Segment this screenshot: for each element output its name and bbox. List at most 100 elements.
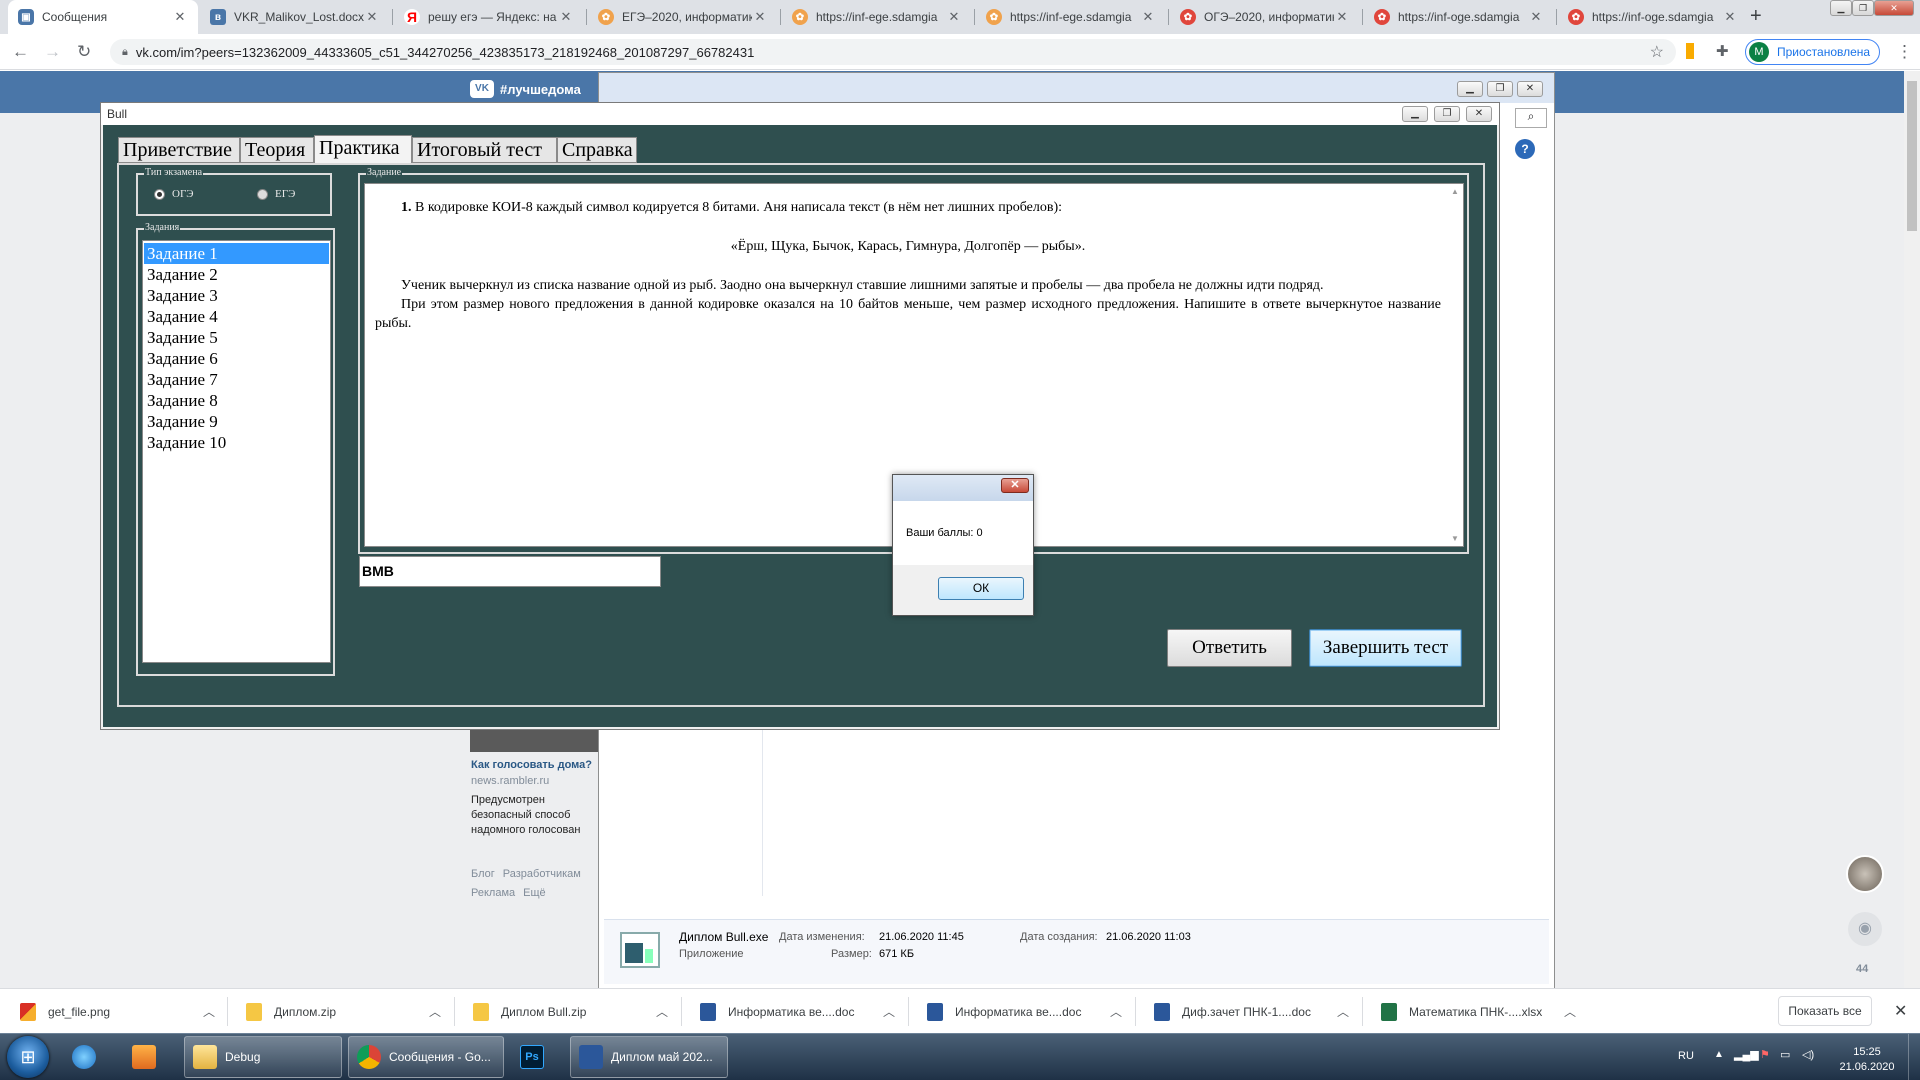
camera-icon[interactable]: ◉ — [1848, 912, 1882, 946]
close-icon[interactable]: ✕ — [946, 9, 962, 25]
address-bar[interactable]: 🔒︎ vk.com/im?peers=132362009_44333605_c5… — [110, 39, 1676, 65]
list-item-task-7[interactable]: Задание 7 — [144, 369, 329, 390]
taskbar-photoshop[interactable]: Ps — [512, 1036, 562, 1078]
close-icon[interactable]: ✕ — [172, 9, 188, 25]
search-icon[interactable]: ⌕ — [1515, 108, 1547, 128]
download-item-5[interactable]: Информатика ве....doc ︿ — [927, 989, 1122, 1034]
explorer-close-button[interactable]: ✕ — [1517, 81, 1543, 97]
browser-tab-vkr[interactable]: в VKR_Malikov_Lost.docx ✕ — [200, 0, 390, 34]
show-desktop-button[interactable] — [1908, 1034, 1920, 1080]
chat-avatar[interactable] — [1846, 855, 1884, 893]
browser-maximize-button[interactable]: ❐ — [1852, 0, 1874, 16]
browser-tab-ege-3[interactable]: ✿ https://inf-ege.sdamgia ✕ — [976, 0, 1166, 34]
browser-close-button[interactable]: ✕ — [1874, 0, 1914, 16]
dialog-close-button[interactable]: ✕ — [1001, 478, 1029, 493]
forward-icon[interactable]: → — [44, 42, 61, 62]
tab-welcome[interactable]: Приветствие — [118, 137, 240, 163]
chevron-up-icon[interactable]: ︿ — [656, 1003, 668, 1020]
browser-tab-ege-2[interactable]: ✿ https://inf-ege.sdamgia ✕ — [782, 0, 972, 34]
volume-icon[interactable]: ◁) — [1802, 1048, 1814, 1061]
bull-maximize-button[interactable]: ❐ — [1434, 106, 1460, 122]
list-item-task-4[interactable]: Задание 4 — [144, 306, 329, 327]
tab-help[interactable]: Справка — [557, 137, 637, 163]
browser-tab-yandex[interactable]: Я решу егэ — Яндекс: на ✕ — [394, 0, 584, 34]
ok-button[interactable]: ОК — [938, 577, 1024, 600]
tab-theory[interactable]: Теория — [240, 137, 314, 163]
browser-tab-messages[interactable]: ▣ Сообщения ✕ — [8, 0, 198, 34]
page-scrollbar[interactable] — [1904, 71, 1920, 988]
show-all-downloads-button[interactable]: Показать все — [1778, 996, 1872, 1026]
finish-test-button[interactable]: Завершить тест — [1309, 629, 1462, 667]
taskbar-media-player[interactable] — [124, 1036, 174, 1078]
footer-link-more[interactable]: Ещё — [523, 887, 546, 899]
browser-tab-ege-1[interactable]: ✿ ЕГЭ–2020, информатик ✕ — [588, 0, 778, 34]
reload-icon[interactable]: ↻ — [77, 42, 91, 62]
chevron-up-icon[interactable]: ︿ — [1564, 1003, 1576, 1020]
bull-close-button[interactable]: ✕ — [1466, 106, 1492, 122]
close-downloads-icon[interactable]: ✕ — [1894, 1001, 1907, 1021]
tab-practice[interactable]: Практика — [314, 135, 412, 163]
battery-icon[interactable]: ▭ — [1780, 1048, 1790, 1061]
list-item-task-5[interactable]: Задание 5 — [144, 327, 329, 348]
chevron-up-icon[interactable]: ︿ — [1337, 1003, 1349, 1020]
vk-header-title[interactable]: VK #лучшедома — [470, 80, 581, 98]
download-item-4[interactable]: Информатика ве....doc ︿ — [700, 989, 895, 1034]
task-listbox[interactable]: Задание 1 Задание 2 Задание 3 Задание 4 … — [142, 240, 331, 663]
close-icon[interactable]: ✕ — [1334, 9, 1350, 25]
ad-image[interactable] — [470, 730, 598, 752]
download-item-6[interactable]: Диф.зачет ПНК-1....doc ︿ — [1154, 989, 1349, 1034]
list-item-task-9[interactable]: Задание 9 — [144, 411, 329, 432]
start-button[interactable]: ⊞ — [7, 1036, 49, 1078]
language-indicator[interactable]: RU — [1678, 1050, 1694, 1062]
back-icon[interactable]: ← — [12, 42, 29, 62]
scroll-up-icon[interactable]: ▲ — [1451, 187, 1459, 196]
bookmark-star-icon[interactable]: ☆ — [1650, 42, 1664, 62]
close-icon[interactable]: ✕ — [1722, 9, 1738, 25]
footer-link-blog[interactable]: Блог — [471, 868, 495, 880]
action-center-icon[interactable]: ⚑ — [1760, 1048, 1770, 1061]
close-icon[interactable]: ✕ — [558, 9, 574, 25]
answer-button[interactable]: Ответить — [1167, 629, 1292, 667]
list-item-task-8[interactable]: Задание 8 — [144, 390, 329, 411]
clock-date[interactable]: 21.06.2020 — [1832, 1061, 1902, 1073]
chevron-up-icon[interactable]: ︿ — [1110, 1003, 1122, 1020]
download-item-2[interactable]: Диплом.zip ︿ — [246, 989, 441, 1034]
tab-final-test[interactable]: Итоговый тест — [412, 137, 557, 163]
new-tab-button[interactable]: + — [1750, 5, 1762, 28]
ad-title[interactable]: Как голосовать дома? — [471, 759, 592, 771]
answer-input[interactable]: ВМВ — [359, 556, 661, 587]
taskbar-debug-folder[interactable]: Debug — [184, 1036, 342, 1078]
scrollbar-thumb[interactable] — [1907, 81, 1917, 231]
menu-dots-icon[interactable]: ⋮ — [1896, 42, 1913, 62]
browser-tab-oge-1[interactable]: ✿ ОГЭ–2020, информатик ✕ — [1170, 0, 1360, 34]
scroll-down-icon[interactable]: ▼ — [1451, 534, 1459, 543]
close-icon[interactable]: ✕ — [364, 9, 380, 25]
chevron-up-icon[interactable]: ︿ — [883, 1003, 895, 1020]
taskbar-word[interactable]: Диплом май 202... — [570, 1036, 728, 1078]
footer-link-ads[interactable]: Реклама — [471, 887, 515, 899]
download-item-1[interactable]: get_file.png ︿ — [20, 989, 215, 1034]
browser-tab-oge-3[interactable]: ✿ https://inf-oge.sdamgia ✕ — [1558, 0, 1748, 34]
show-hidden-icons-icon[interactable]: ▲ — [1714, 1049, 1724, 1060]
clock-time[interactable]: 15:25 — [1832, 1046, 1902, 1058]
list-item-task-3[interactable]: Задание 3 — [144, 285, 329, 306]
download-item-3[interactable]: Диплом Bull.zip ︿ — [473, 989, 668, 1034]
list-item-task-10[interactable]: Задание 10 — [144, 432, 329, 453]
extensions-puzzle-icon[interactable]: ✚ — [1716, 42, 1729, 60]
chevron-up-icon[interactable]: ︿ — [203, 1003, 215, 1020]
taskbar-ie[interactable] — [64, 1036, 114, 1078]
browser-minimize-button[interactable]: ▁ — [1830, 0, 1852, 16]
task-scrollbar[interactable]: ▲ ▼ — [1448, 185, 1462, 545]
radio-ege[interactable]: ЕГЭ — [257, 188, 295, 200]
help-icon[interactable]: ? — [1515, 139, 1535, 159]
close-icon[interactable]: ✕ — [1528, 9, 1544, 25]
download-item-7[interactable]: Математика ПНК-....xlsx ︿ — [1381, 989, 1576, 1034]
close-icon[interactable]: ✕ — [1140, 9, 1156, 25]
list-item-task-6[interactable]: Задание 6 — [144, 348, 329, 369]
extension-icon[interactable] — [1686, 43, 1694, 59]
chevron-up-icon[interactable]: ︿ — [429, 1003, 441, 1020]
browser-tab-oge-2[interactable]: ✿ https://inf-oge.sdamgia ✕ — [1364, 0, 1554, 34]
bull-minimize-button[interactable]: ▁ — [1402, 106, 1428, 122]
list-item-task-2[interactable]: Задание 2 — [144, 264, 329, 285]
list-item-task-1[interactable]: Задание 1 — [144, 243, 329, 264]
